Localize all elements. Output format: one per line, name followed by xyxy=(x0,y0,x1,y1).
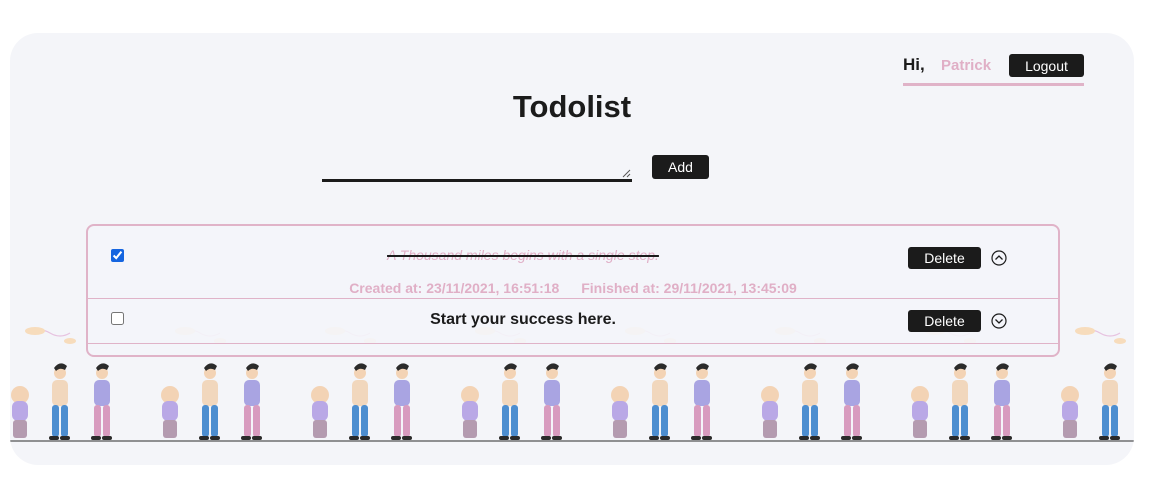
page-title: Todolist xyxy=(512,89,632,124)
resize-grip-icon[interactable] xyxy=(622,169,631,178)
todo-item: A Thousand miles begins with a single st… xyxy=(88,226,1058,299)
chevron-down-circle-icon[interactable] xyxy=(991,313,1007,329)
todo-text: Start your success here. xyxy=(430,311,616,328)
chevron-up-circle-icon[interactable] xyxy=(991,250,1007,266)
user-bar: Hi, Patrick Logout xyxy=(903,53,1084,86)
todo-item: Start your success here. Delete xyxy=(88,299,1058,344)
username: Patrick xyxy=(941,57,992,74)
add-button[interactable]: Add xyxy=(652,155,709,179)
greeting: Hi, xyxy=(903,55,925,74)
delete-button[interactable]: Delete xyxy=(908,247,981,269)
todo-list: A Thousand miles begins with a single st… xyxy=(86,224,1060,357)
todo-timestamps: Created at: 23/11/2021, 16:51:18 Finishe… xyxy=(88,280,1058,296)
delete-button[interactable]: Delete xyxy=(908,310,981,332)
created-at-label: Created at: 23/11/2021, 16:51:18 xyxy=(349,280,560,296)
finished-at-label: Finished at: 29/11/2021, 13:45:09 xyxy=(581,280,797,296)
logout-button[interactable]: Logout xyxy=(1009,54,1084,77)
todo-text: A Thousand miles begins with a single st… xyxy=(387,247,659,263)
new-todo-input[interactable] xyxy=(322,153,632,182)
app-card: Hi, Patrick Logout Todolist Add A Thousa… xyxy=(10,33,1134,465)
